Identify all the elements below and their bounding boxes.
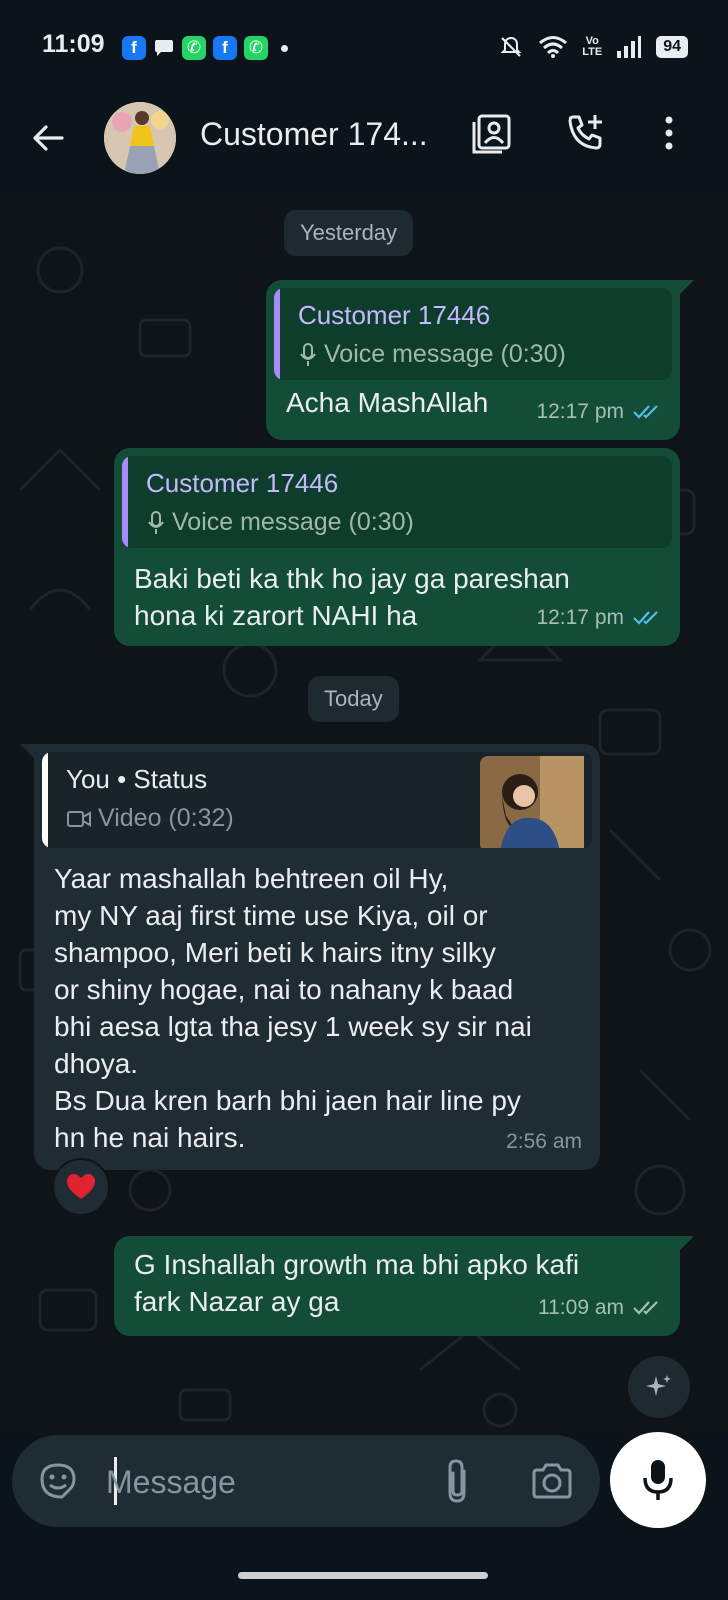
more-options-icon[interactable] — [662, 112, 676, 154]
meta-ai-button[interactable] — [628, 1356, 690, 1418]
bubble-tail — [20, 744, 36, 760]
microphone-icon — [148, 510, 164, 534]
quoted-content: Voice message (0:30) — [298, 340, 566, 369]
back-arrow-icon[interactable] — [30, 120, 66, 156]
sparkle-icon — [646, 1375, 671, 1396]
outgoing-message[interactable]: Customer 17446 Voice message (0:30) Acha… — [266, 280, 680, 440]
message-time: 12:17 pm — [536, 606, 624, 629]
message-text: Baki beti ka thk ho jay ga pareshan hona… — [134, 563, 570, 631]
message-text: Yaar mashallah behtreen oil Hy, my NY aa… — [54, 863, 532, 1153]
bubble-tail — [678, 280, 694, 296]
quoted-message[interactable]: Customer 17446 Voice message (0:30) — [122, 456, 672, 548]
contact-name[interactable]: Customer 174... — [200, 116, 440, 153]
outgoing-message[interactable]: G Inshallah growth ma bhi apko kafi fark… — [114, 1236, 680, 1336]
quoted-message[interactable]: Customer 17446 Voice message (0:30) — [274, 288, 672, 380]
heart-icon — [67, 1174, 95, 1199]
date-separator: Yesterday — [284, 210, 414, 256]
battery-indicator: 94 — [656, 36, 688, 58]
volte-icon: Vo LTE — [582, 35, 603, 58]
contact-avatar[interactable] — [104, 102, 176, 174]
contact-card-icon[interactable] — [470, 112, 514, 156]
heart-reaction[interactable] — [52, 1158, 110, 1216]
incoming-message[interactable]: You • Status Video (0:32) Yaar mashallah… — [34, 744, 600, 1170]
chat-area[interactable]: Yesterday Customer 17446 Voice message (… — [0, 190, 728, 1435]
message-composer — [12, 1435, 600, 1527]
attach-paperclip-icon[interactable] — [442, 1457, 472, 1505]
system-nav-bar — [0, 1535, 728, 1600]
microphone-icon — [643, 1460, 673, 1500]
quoted-author: Customer 17446 — [298, 300, 491, 330]
gesture-handle[interactable] — [238, 1572, 488, 1579]
chat-header: Customer 174... — [0, 96, 728, 190]
more-notifications-dot — [281, 44, 288, 52]
mute-icon — [500, 36, 522, 57]
date-separator: Today — [308, 676, 399, 722]
status-time: 11:09 — [42, 30, 105, 58]
quote-accent-bar — [42, 752, 48, 848]
facebook-icon: f — [122, 36, 146, 60]
message-time: 12:17 pm — [536, 400, 624, 423]
facebook-icon: f — [213, 36, 237, 60]
whatsapp-icon: ✆ — [244, 36, 268, 60]
quoted-content: Voice message (0:30) — [146, 508, 414, 537]
bubble-tail — [678, 1236, 694, 1252]
outgoing-message[interactable]: Customer 17446 Voice message (0:30) Baki… — [114, 448, 680, 646]
message-meta: 11:09 am — [538, 1296, 662, 1320]
system-icons: Vo LTE 94 — [498, 34, 688, 60]
message-text: G Inshallah growth ma bhi apko kafi fark… — [134, 1249, 580, 1317]
status-bar: 11:09 f ✆ f ✆ Vo LTE 94 — [0, 0, 728, 96]
message-input[interactable] — [104, 1453, 418, 1511]
voice-record-button[interactable] — [610, 1432, 706, 1528]
delivered-ticks-icon — [633, 1301, 658, 1315]
quoted-status[interactable]: You • Status Video (0:32) — [42, 752, 592, 848]
sticker-emoji-icon[interactable] — [36, 1459, 80, 1503]
message-time: 11:09 am — [538, 1296, 624, 1319]
message-time: 2:56 am — [506, 1130, 582, 1153]
message-meta: 2:56 am — [506, 1130, 582, 1154]
camera-icon[interactable] — [530, 1461, 574, 1501]
add-call-icon[interactable] — [565, 112, 607, 154]
quoted-video-label: Video (0:32) — [98, 804, 234, 832]
video-icon — [67, 810, 91, 827]
read-ticks-icon — [633, 611, 658, 625]
quoted-content: Video (0:32) — [66, 804, 234, 833]
signal-icon — [617, 36, 642, 58]
wifi-icon — [539, 36, 568, 58]
message-meta: 12:17 pm — [536, 400, 662, 424]
status-thumbnail[interactable] — [480, 756, 584, 848]
quoted-voice-label: Voice message (0:30) — [324, 340, 566, 368]
read-ticks-icon — [633, 405, 658, 419]
whatsapp-icon: ✆ — [182, 36, 206, 60]
quote-accent-bar — [122, 456, 128, 548]
quoted-author: You • Status — [66, 764, 208, 794]
quote-accent-bar — [274, 288, 280, 380]
message-meta: 12:17 pm — [536, 606, 662, 630]
notification-icons: f ✆ f ✆ — [122, 36, 288, 60]
microphone-icon — [300, 342, 316, 366]
message-text: Acha MashAllah — [286, 387, 489, 418]
quoted-voice-label: Voice message (0:30) — [172, 508, 414, 536]
quoted-author: Customer 17446 — [146, 468, 339, 498]
chat-bubble-icon — [155, 40, 173, 56]
